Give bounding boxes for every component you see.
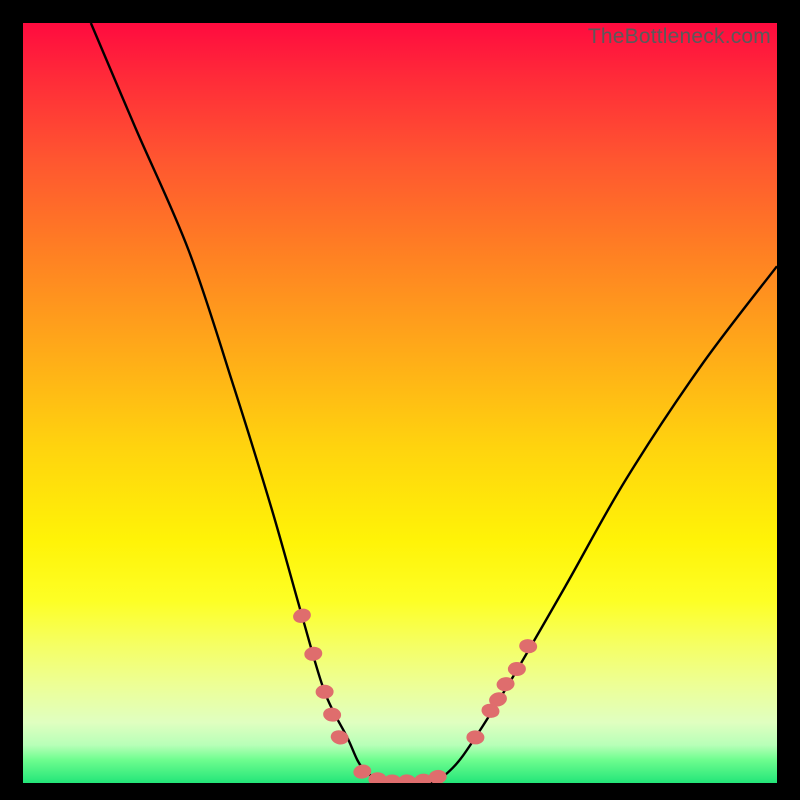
chart-frame: TheBottleneck.com [0,0,800,800]
marker-point [303,646,323,662]
marker-point [428,769,447,783]
marker-point [329,729,350,747]
marker-point [508,662,526,676]
chart-svg [23,23,777,783]
marker-point [315,685,333,699]
series-bottleneck-curve-left [91,23,400,783]
plot-area: TheBottleneck.com [23,23,777,783]
marker-point [466,730,484,745]
series-bottleneck-curve-right [400,266,777,783]
marker-point [291,607,312,625]
